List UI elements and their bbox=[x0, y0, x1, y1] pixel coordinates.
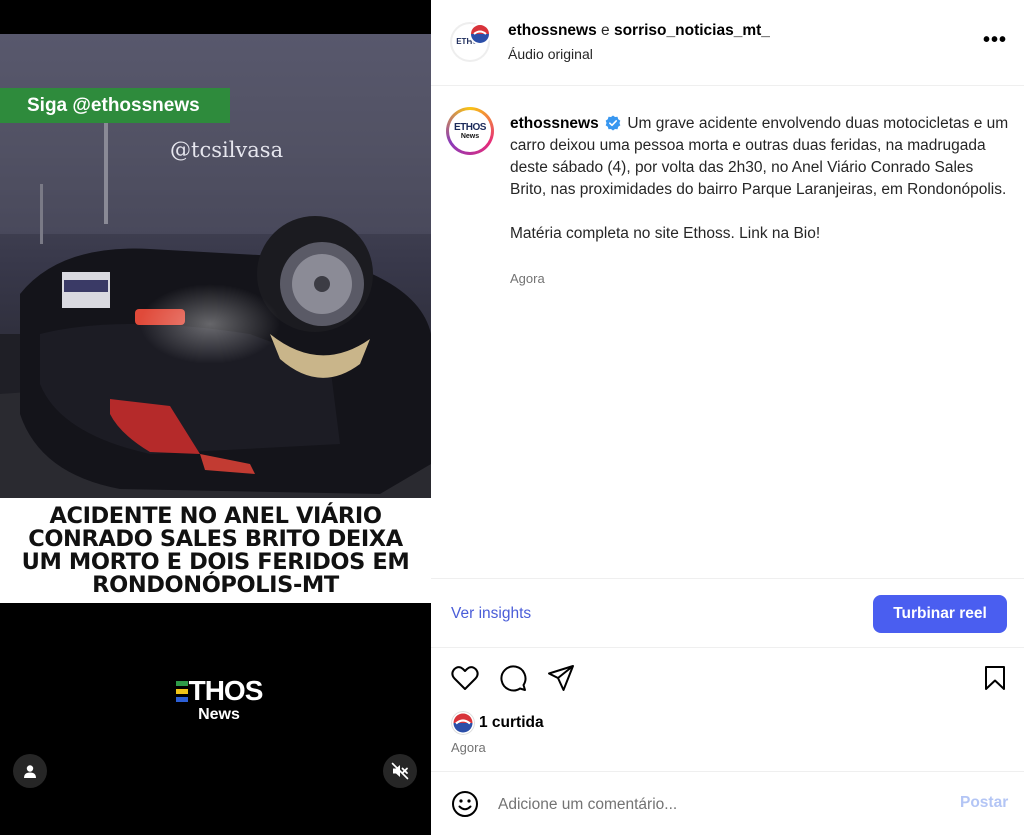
reel-video[interactable]: Siga @ethossnews @tcsilvasa ACIDENTE NO … bbox=[0, 0, 431, 835]
speaker-muted-icon bbox=[391, 762, 409, 780]
post-header: ETHOS ethossnews e sorriso_noticias_mt_ … bbox=[431, 0, 1024, 86]
heart-icon bbox=[451, 666, 479, 690]
like-button[interactable] bbox=[449, 660, 481, 696]
original-audio-link[interactable]: Áudio original bbox=[508, 46, 593, 62]
insights-bar: Ver insights Turbinar reel bbox=[431, 578, 1024, 648]
comment-button[interactable] bbox=[497, 660, 529, 696]
comment-bar: Postar bbox=[431, 771, 1024, 835]
caption-text-2: Matéria completa no site Ethoss. Link na… bbox=[510, 225, 821, 242]
post-caption: ethossnews Um grave acidente envolvendo … bbox=[510, 113, 1010, 245]
mute-toggle-button[interactable] bbox=[383, 754, 417, 788]
comment-input[interactable] bbox=[498, 794, 938, 816]
post-details-panel: ETHOS ethossnews e sorriso_noticias_mt_ … bbox=[431, 0, 1024, 835]
collab-avatar-icon bbox=[469, 23, 491, 45]
post-actions bbox=[431, 660, 1024, 700]
more-options-button[interactable]: ••• bbox=[983, 30, 1007, 50]
boost-reel-button[interactable]: Turbinar reel bbox=[873, 595, 1007, 633]
emoji-picker-icon[interactable] bbox=[451, 790, 479, 818]
logo-flag-bars-icon bbox=[175, 680, 188, 702]
header-account-names: ethossnews e sorriso_noticias_mt_ bbox=[508, 22, 770, 40]
caption-author[interactable]: ethossnews bbox=[510, 115, 599, 132]
account-link-ethossnews[interactable]: ethossnews bbox=[508, 22, 597, 39]
ethos-news-logo: THOS News bbox=[169, 676, 269, 723]
follow-banner: Siga @ethossnews bbox=[0, 88, 230, 123]
account-conjunction: e bbox=[596, 22, 614, 39]
comment-icon bbox=[500, 665, 527, 692]
account-link-collab[interactable]: sorriso_noticias_mt_ bbox=[614, 22, 770, 39]
logo-subtitle: News bbox=[198, 706, 240, 723]
person-icon bbox=[24, 765, 36, 778]
view-insights-link[interactable]: Ver insights bbox=[451, 605, 531, 623]
verified-badge-icon bbox=[605, 115, 621, 131]
video-watermark: @tcsilvasa bbox=[170, 138, 284, 162]
post-comment-button[interactable]: Postar bbox=[960, 794, 1008, 812]
video-headline-box: ACIDENTE NO ANEL VIÁRIO CONRADO SALES BR… bbox=[0, 498, 431, 603]
tagged-users-button[interactable] bbox=[13, 754, 47, 788]
likes-count[interactable]: 1 curtida bbox=[479, 714, 544, 732]
header-avatar[interactable]: ETHOS bbox=[450, 22, 491, 62]
post-timestamp: Agora bbox=[451, 740, 486, 755]
liker-avatar-icon bbox=[451, 711, 475, 735]
caption-avatar-logo-sub: News bbox=[460, 132, 480, 140]
logo-word: THOS bbox=[188, 675, 264, 706]
video-headline: ACIDENTE NO ANEL VIÁRIO CONRADO SALES BR… bbox=[21, 502, 410, 598]
share-button[interactable] bbox=[545, 660, 577, 696]
save-button[interactable] bbox=[979, 660, 1011, 696]
caption-avatar[interactable]: ETHOS News bbox=[446, 107, 494, 155]
share-icon bbox=[548, 665, 574, 691]
likes-summary[interactable]: 1 curtida bbox=[451, 711, 544, 735]
caption-avatar-logo-text: ETHOS bbox=[454, 121, 486, 133]
bookmark-icon bbox=[985, 666, 1005, 690]
caption-timestamp: Agora bbox=[510, 271, 545, 286]
